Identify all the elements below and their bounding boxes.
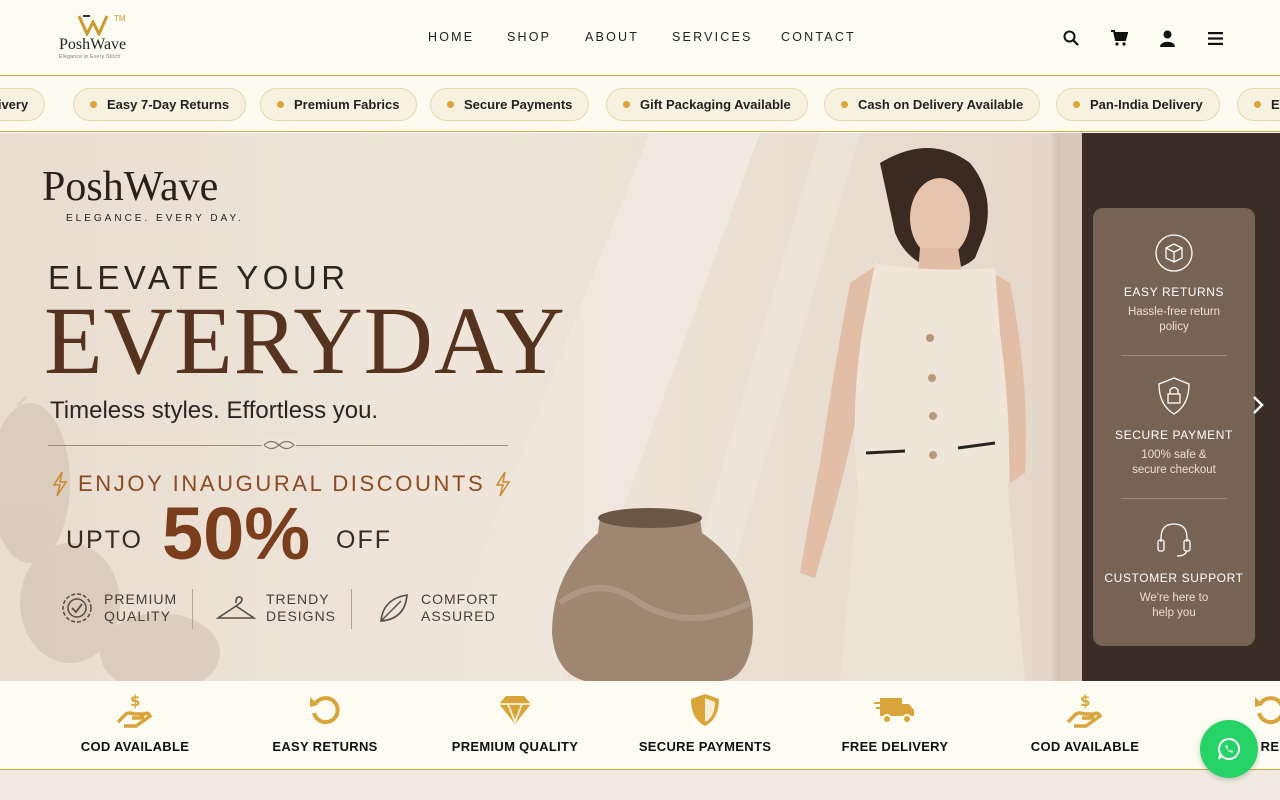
nav-contact[interactable]: CONTACT [781, 30, 856, 44]
diamond-icon [499, 696, 531, 725]
benefit-label: FREE DELIVERY [841, 739, 949, 754]
benefit-item: PREMIUM QUALITY [420, 691, 610, 754]
hero-brand-logo: PoshWave ELEGANCE. EVERY DAY. [42, 163, 244, 224]
dot-icon [623, 101, 630, 108]
hanger-icon [216, 596, 256, 619]
cart-icon[interactable] [1109, 28, 1129, 48]
side-item-desc: Hassle-free return policy [1127, 306, 1221, 333]
benefit-item: $ COD AVAILABLE [40, 691, 230, 754]
nav-home[interactable]: HOME [428, 30, 474, 44]
undo-icon [310, 696, 340, 725]
hero-banner[interactable]: PoshWave ELEGANCE. EVERY DAY. ELEVATE YO… [0, 133, 1280, 681]
hand-dollar-icon: $ [1066, 692, 1103, 728]
dot-icon [90, 101, 97, 108]
side-item-payment: SECURE PAYMENT 100% safe & secure checko… [1093, 375, 1255, 478]
benefit-label: EASY RETURNS [272, 739, 378, 754]
svg-text:$: $ [1080, 692, 1090, 710]
lightning-icon [495, 472, 511, 496]
hero-brand-tagline: ELEGANCE. EVERY DAY. [66, 213, 244, 224]
hand-dollar-icon: $ [116, 692, 153, 728]
ticker-item: Cash on Delivery Available [824, 88, 1041, 121]
site-header: TM PoshWave Elegance in Every Stitch HOM… [0, 0, 1280, 76]
svg-text:$: $ [130, 692, 140, 710]
whatsapp-icon [1218, 737, 1240, 760]
ticker-item: Gift Packaging Available [606, 88, 808, 121]
dot-icon [841, 101, 848, 108]
logo-tm: TM [114, 14, 126, 23]
main-nav: HOME SHOP ABOUT SERVICES CONTACT [0, 30, 1280, 46]
benefits-strip: $ COD AVAILABLE EASY RETURNS PREMIUM QUA… [0, 681, 1280, 770]
benefit-item: $ COD AVAILABLE [990, 691, 1180, 754]
side-item-returns: EASY RETURNS Hassle-free return policy [1093, 232, 1255, 335]
hero-feature: PREMIUM QUALITY [60, 591, 177, 625]
headset-icon [1157, 523, 1191, 557]
hero-feature: COMFORT ASSURED [377, 591, 499, 625]
benefit-item: SECURE PAYMENTS [610, 691, 800, 754]
feature-divider [351, 589, 352, 629]
feature-divider [192, 589, 193, 629]
next-section [0, 770, 1280, 800]
ticker-item: Pan-India Delivery [1056, 88, 1220, 121]
ornament-icon [262, 437, 296, 453]
nav-about[interactable]: ABOUT [585, 30, 639, 44]
hero-upto: UPTO [66, 526, 143, 554]
ticker-item: Premium Fabrics [260, 88, 417, 121]
benefit-item: EASY RETURNS [230, 691, 420, 754]
side-divider [1121, 355, 1227, 356]
hero-brand-name: PoshWave [42, 164, 219, 210]
chevron-right-icon[interactable] [1250, 393, 1266, 417]
undo-icon [1255, 696, 1280, 725]
ticker-item: Easy 7-Day Returns [73, 88, 247, 121]
side-divider [1121, 498, 1227, 499]
shield-lock-icon [1158, 377, 1190, 415]
promo-ticker: elivery Easy 7-Day Returns Premium Fabri… [0, 76, 1280, 132]
lightning-icon [52, 472, 68, 496]
benefit-label: COD AVAILABLE [80, 739, 190, 754]
dot-icon [1254, 101, 1261, 108]
hero-subtitle: Timeless styles. Effortless you. [50, 397, 379, 424]
side-item-title: SECURE PAYMENT [1115, 428, 1233, 442]
box-return-icon [1155, 234, 1193, 272]
chevron-left-icon[interactable] [14, 393, 30, 417]
search-icon[interactable] [1061, 28, 1081, 48]
hero-off: OFF [336, 526, 392, 554]
whatsapp-button[interactable] [1200, 720, 1258, 778]
hero-feature: TRENDY DESIGNS [216, 591, 336, 625]
side-item-support: CUSTOMER SUPPORT We're here to help you [1093, 518, 1255, 621]
dot-icon [277, 101, 284, 108]
nav-shop[interactable]: SHOP [507, 30, 551, 44]
side-item-title: CUSTOMER SUPPORT [1104, 571, 1244, 585]
truck-icon [874, 698, 914, 724]
badge-check-icon [62, 593, 92, 623]
benefit-label: PREMIUM QUALITY [451, 739, 579, 754]
side-item-title: EASY RETURNS [1123, 285, 1225, 299]
dot-icon [447, 101, 454, 108]
ticker-item: Secure Payments [430, 88, 590, 121]
ticker-item: elivery [0, 88, 46, 121]
leaf-icon [380, 594, 408, 622]
dot-icon [1073, 101, 1080, 108]
hero-side-panel: EASY RETURNS Hassle-free return policy S… [1093, 208, 1255, 646]
hero-percent: 50% [162, 492, 311, 575]
benefit-label: SECURE PAYMENTS [638, 739, 772, 754]
menu-icon[interactable] [1205, 28, 1225, 48]
shield-icon [691, 694, 719, 726]
logo-tagline: Elegance in Every Stitch [59, 54, 121, 60]
nav-services[interactable]: SERVICES [672, 30, 753, 44]
user-icon[interactable] [1157, 28, 1177, 48]
ticker-item: Ea [1237, 88, 1280, 121]
side-item-desc: 100% safe & secure checkout [1132, 449, 1216, 476]
side-item-desc: We're here to help you [1139, 592, 1209, 619]
benefit-label: COD AVAILABLE [1030, 739, 1140, 754]
hero-headline-2: EVERYDAY [44, 287, 566, 394]
benefit-item: FREE DELIVERY [800, 691, 990, 754]
